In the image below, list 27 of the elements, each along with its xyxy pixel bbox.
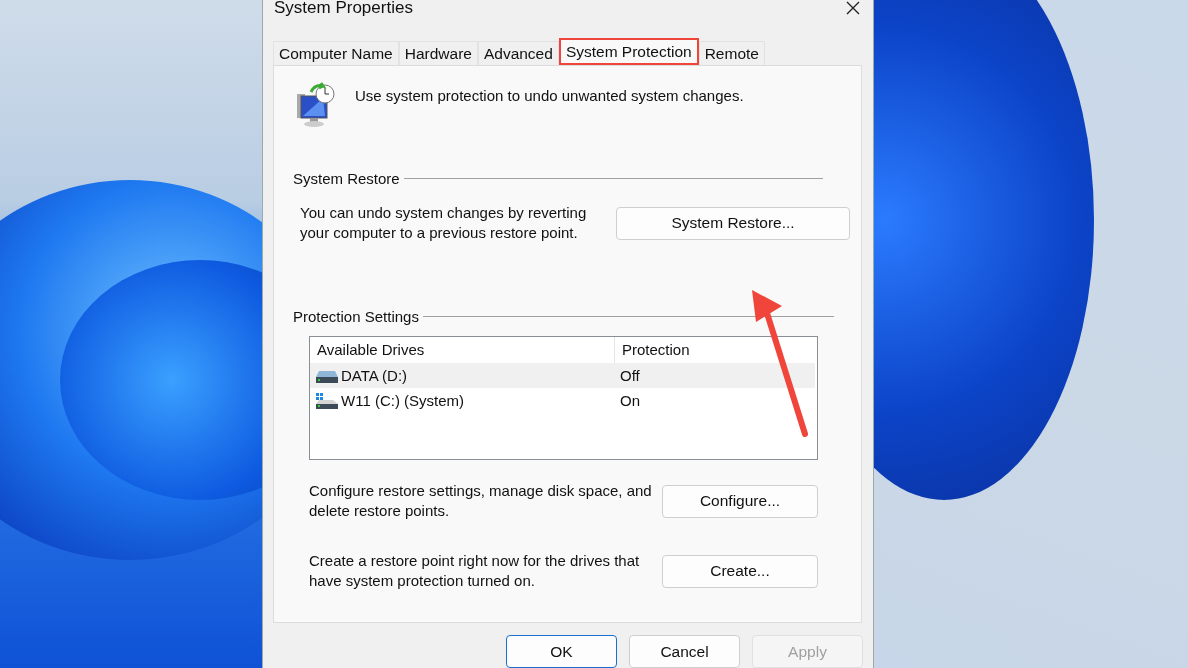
tab[interactable]: Computer Name — [273, 41, 399, 66]
protection-status: On — [619, 392, 640, 410]
window-title: System Properties — [274, 0, 413, 16]
tab[interactable]: Hardware — [398, 41, 478, 66]
close-button[interactable] — [845, 0, 861, 16]
tab[interactable]: System Protection — [558, 38, 699, 66]
dialog-button[interactable]: Cancel — [629, 635, 740, 668]
description-text: Configure restore settings, manage disk space, and delete restore points. — [309, 481, 653, 522]
tab[interactable]: Advanced — [477, 41, 559, 66]
column-header[interactable]: Protection — [615, 337, 690, 364]
windows-drive-icon — [316, 392, 338, 409]
group-heading: System Restore — [293, 170, 400, 188]
system-restore-button[interactable]: System Restore... — [616, 206, 850, 240]
drive-name: DATA (D:) — [341, 367, 408, 385]
description-text: You can undo system changes by reverting your computer to a previous restore point. — [300, 203, 588, 244]
drive-icon — [316, 368, 338, 383]
protection-status: Off — [619, 367, 640, 385]
intro-text: Use system protection to undo unwanted system changes. — [355, 87, 744, 105]
dialog-button[interactable]: OK — [506, 635, 617, 668]
drive-name: W11 (C:) (System) — [341, 392, 465, 410]
group-heading: Protection Settings — [293, 308, 419, 326]
action-button[interactable]: Configure... — [662, 484, 818, 518]
tab[interactable]: Remote — [698, 41, 765, 66]
list-row[interactable]: W11 (C:) (System) On — [310, 388, 817, 414]
list-row[interactable]: DATA (D:) Off — [310, 363, 815, 389]
action-button[interactable]: Create... — [662, 554, 818, 588]
description-text: Create a restore point right now for the drives that have system protection turned on. — [309, 551, 641, 592]
